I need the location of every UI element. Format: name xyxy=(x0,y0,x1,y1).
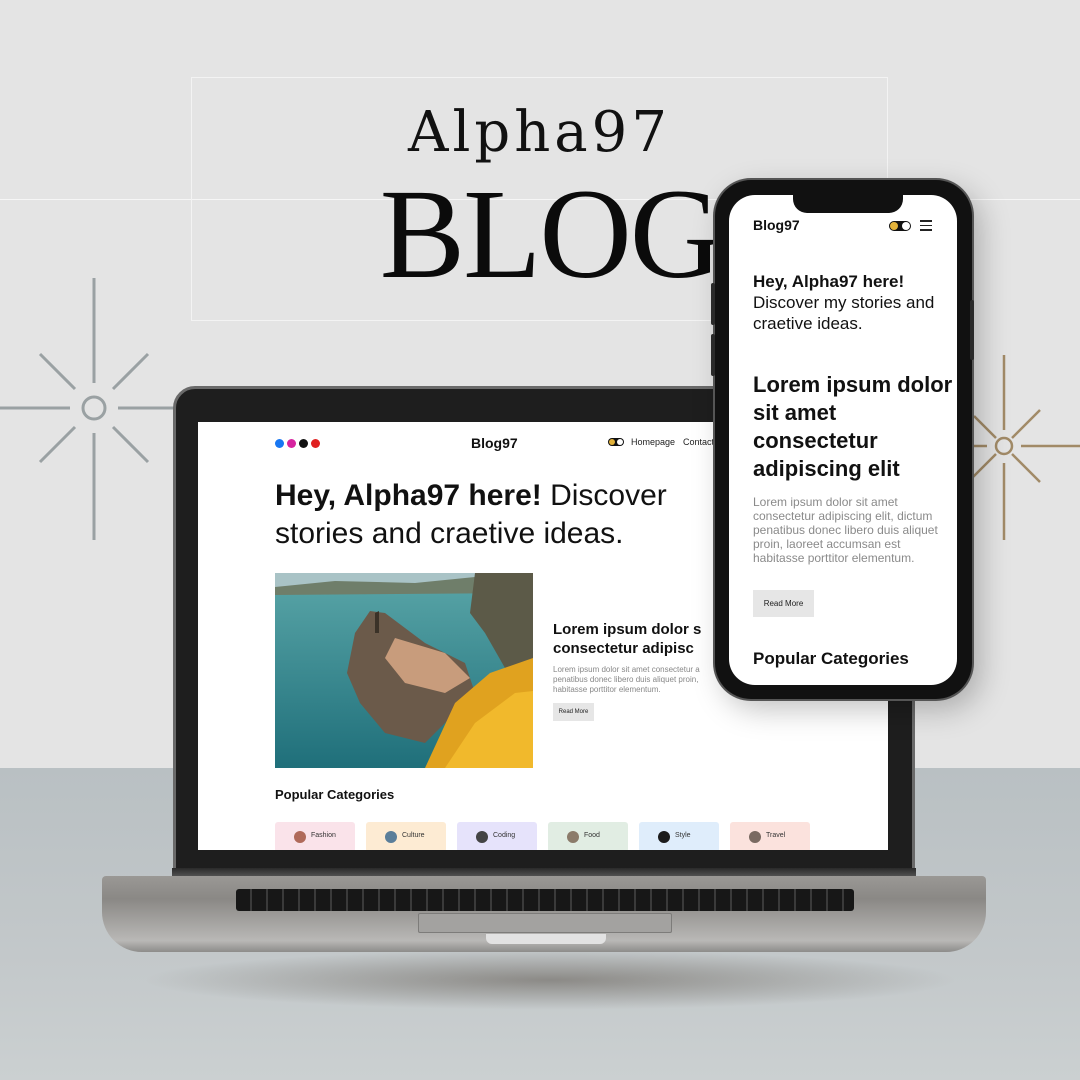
hero-heading: Hey, Alpha97 here! Discover my stories a… xyxy=(753,271,953,334)
popular-categories-title: Popular Categories xyxy=(275,787,395,802)
hero-bold: Hey, Alpha97 here! xyxy=(753,272,905,291)
nav-homepage[interactable]: Homepage xyxy=(631,437,675,447)
category-chip-fashion[interactable]: Fashion xyxy=(275,822,355,850)
sparkle-left-icon xyxy=(0,278,180,540)
poster-title-small: Alpha97 xyxy=(408,100,671,165)
category-label: Culture xyxy=(402,832,425,839)
hero-bold: Hey, Alpha97 here! xyxy=(275,479,542,512)
sparkle-right-icon xyxy=(960,355,1080,540)
phone-notch xyxy=(793,195,903,213)
avatar xyxy=(749,831,761,843)
hero-rest: Discover xyxy=(541,479,667,512)
nav-contact[interactable]: Contact xyxy=(683,437,714,447)
laptop-lip xyxy=(486,934,606,944)
avatar xyxy=(294,831,306,843)
hero-line2: stories and craetive ideas. xyxy=(275,517,624,550)
phone-volume-button xyxy=(711,283,715,325)
post-title-line2: consectetur adipisc xyxy=(553,640,694,657)
phone-volume-button xyxy=(711,334,715,376)
phone-power-button xyxy=(970,300,974,360)
theme-toggle[interactable] xyxy=(889,221,911,231)
avatar xyxy=(385,831,397,843)
read-more-button[interactable]: Read More xyxy=(753,590,814,617)
post-excerpt: Lorem ipsum dolor sit amet consectetur a… xyxy=(753,495,938,565)
avatar xyxy=(658,831,670,843)
category-label: Style xyxy=(675,832,691,839)
post-excerpt-line: penatibus donec libero duis aliquet proi… xyxy=(553,675,699,684)
laptop-keyboard xyxy=(236,889,854,911)
poster-title-big: BLOG xyxy=(379,163,722,305)
hamburger-menu-icon[interactable] xyxy=(920,220,932,231)
post-excerpt-line: Lorem ipsum dolor sit amet consectetur a xyxy=(553,665,700,674)
category-chip-travel[interactable]: Travel xyxy=(730,822,810,850)
laptop-trackpad xyxy=(418,913,672,933)
youtube-icon[interactable] xyxy=(311,439,320,448)
site-brand[interactable]: Blog97 xyxy=(471,435,518,451)
category-chip-food[interactable]: Food xyxy=(548,822,628,850)
featured-image[interactable] xyxy=(275,573,533,768)
facebook-icon[interactable] xyxy=(275,439,284,448)
post-title-line1: Lorem ipsum dolor s xyxy=(553,621,702,638)
phone-screen: Blog97 Hey, Alpha97 here! Discover my st… xyxy=(729,195,957,685)
tiktok-icon[interactable] xyxy=(299,439,308,448)
hero-rest: Discover my stories and craetive ideas. xyxy=(753,293,935,333)
category-label: Travel xyxy=(766,832,786,839)
avatar xyxy=(567,831,579,843)
popular-categories-title: Popular Categories xyxy=(753,649,909,668)
category-label: Food xyxy=(584,832,600,839)
theme-toggle[interactable] xyxy=(608,438,624,446)
social-icons xyxy=(275,439,320,448)
category-label: Fashion xyxy=(311,832,336,839)
post-title[interactable]: Lorem ipsum dolor sit amet consectetur a… xyxy=(753,371,953,483)
category-chip-coding[interactable]: Coding xyxy=(457,822,537,850)
site-brand[interactable]: Blog97 xyxy=(753,217,800,233)
post-excerpt-line: habitasse porttitor elementum. xyxy=(553,685,661,694)
avatar xyxy=(476,831,488,843)
laptop-shadow xyxy=(140,950,960,1010)
instagram-icon[interactable] xyxy=(287,439,296,448)
category-chip-culture[interactable]: Culture xyxy=(366,822,446,850)
read-more-button[interactable]: Read More xyxy=(553,703,594,721)
category-label: Coding xyxy=(493,832,516,839)
category-chip-style[interactable]: Style xyxy=(639,822,719,850)
